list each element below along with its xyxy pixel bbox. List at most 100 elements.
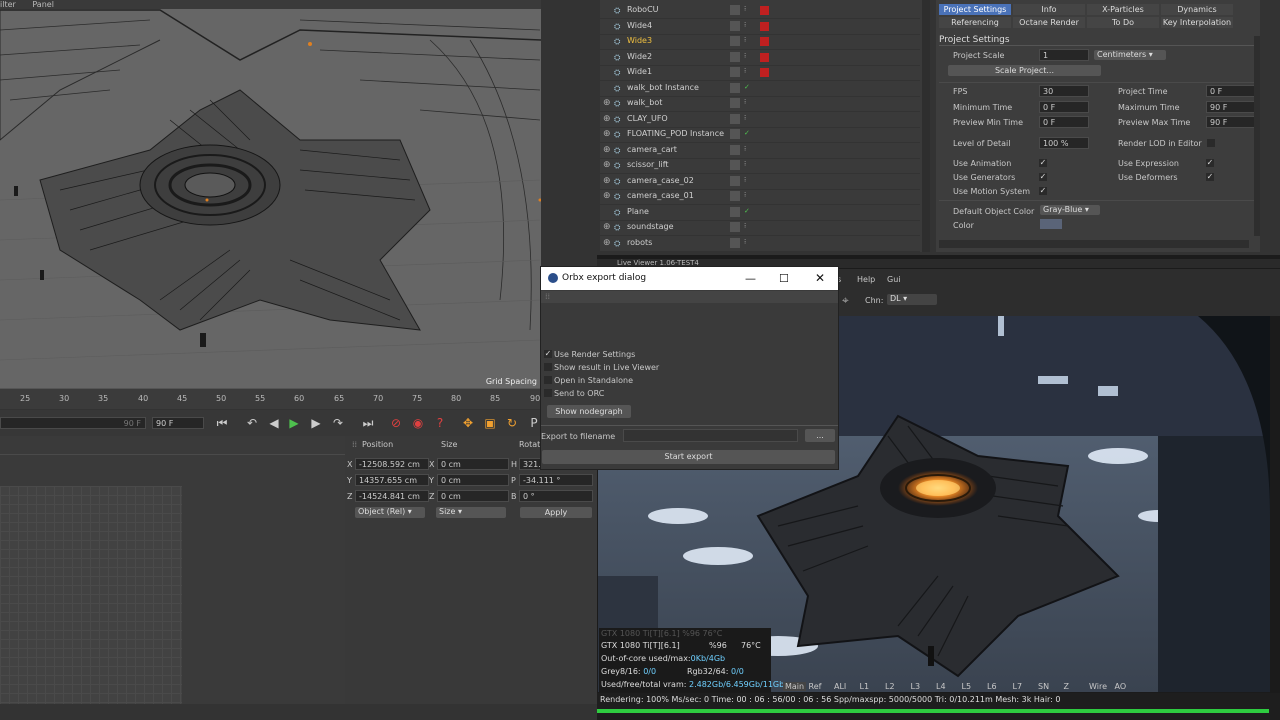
expand-icon[interactable]: ⊕ (603, 114, 611, 124)
render-mode-button[interactable]: Ref (809, 682, 822, 691)
tab-info[interactable]: Info (1013, 4, 1085, 15)
pos-y-field[interactable]: 14357.655 cm (355, 474, 429, 486)
maximize-icon[interactable]: ☐ (779, 267, 789, 290)
render-mode-button[interactable]: L2 (885, 682, 895, 691)
prev-key-icon[interactable]: ↶ (244, 415, 260, 431)
tab-to-do[interactable]: To Do (1087, 17, 1159, 28)
visibility-toggle-icon[interactable]: ✓ (744, 207, 750, 217)
render-mode-button[interactable]: ALI (834, 682, 846, 691)
show-nodegraph-button[interactable]: Show nodegraph (547, 405, 631, 418)
layer-icon[interactable] (730, 67, 740, 77)
export-filename-input[interactable] (623, 429, 798, 442)
object-row[interactable]: ⊕ ⛭ robots ⁝ (600, 236, 920, 252)
pos-z-field[interactable]: -14524.841 cm (355, 490, 429, 502)
project-scale-field[interactable]: 1 (1039, 49, 1089, 61)
layer-icon[interactable] (730, 51, 740, 62)
use-motion-system-checkbox[interactable]: ✓ (1039, 187, 1047, 195)
layer-icon[interactable] (730, 237, 740, 248)
visibility-toggle-icon[interactable]: ⁝ (744, 160, 750, 170)
move-key-icon[interactable]: ✥ (460, 415, 476, 431)
object-row[interactable]: ⛭ Wide4 ⁝ (600, 19, 920, 35)
rot-b-field[interactable]: 0 ° (519, 490, 593, 502)
material-grid[interactable] (0, 486, 182, 704)
level-of-detail-field[interactable]: 100 % (1039, 137, 1089, 149)
keyframe-selection-icon[interactable]: ? (432, 415, 448, 431)
camera-tag-icon[interactable] (760, 6, 769, 15)
render-mode-button[interactable]: Main (783, 682, 807, 691)
object-row[interactable]: ⊕ ⛭ camera_case_01 ⁝ (600, 189, 920, 205)
object-row[interactable]: ⊕ ⛭ camera_case_02 ⁝ (600, 174, 920, 190)
expand-icon[interactable]: ⊕ (603, 191, 611, 201)
layer-icon[interactable] (730, 175, 740, 186)
attr-horizontal-scrollbar[interactable] (939, 240, 1249, 248)
expand-icon[interactable]: ⊕ (603, 129, 611, 139)
prev-frame-icon[interactable]: ◀ (266, 415, 282, 431)
timeline-ruler[interactable]: 25 30 35 40 45 50 55 60 65 70 75 80 85 9… (0, 388, 545, 409)
minimum-time-field[interactable]: 0 F (1039, 101, 1089, 113)
render-mode-button[interactable]: L5 (962, 682, 972, 691)
visibility-toggle-icon[interactable]: ✓ (744, 129, 750, 139)
export-option-checkbox[interactable] (544, 389, 552, 397)
expand-icon[interactable]: ⊕ (603, 145, 611, 155)
minimize-icon[interactable]: — (745, 267, 756, 290)
rotate-key-icon[interactable]: ↻ (504, 415, 520, 431)
size-x-field[interactable]: 0 cm (437, 458, 509, 470)
go-to-start-icon[interactable]: ⏮ (214, 415, 230, 431)
visibility-toggle-icon[interactable]: ⁝ (744, 98, 750, 108)
visibility-toggle-icon[interactable]: ⁝ (744, 5, 750, 15)
tab-key-interpolation[interactable]: Key Interpolation (1161, 17, 1233, 28)
size-z-field[interactable]: 0 cm (437, 490, 509, 502)
expand-icon[interactable]: ⊕ (603, 176, 611, 186)
layer-icon[interactable] (730, 82, 740, 93)
render-mode-button[interactable]: SN (1038, 682, 1049, 691)
layer-icon[interactable] (730, 98, 740, 108)
visibility-toggle-icon[interactable]: ⁝ (744, 67, 750, 77)
object-row[interactable]: ⛭ Plane ✓ (600, 205, 920, 221)
project-time-field[interactable]: 0 F (1206, 85, 1256, 97)
camera-tag-icon[interactable] (760, 68, 769, 77)
object-row[interactable]: ⊕ ⛭ walk_bot ⁝ (600, 96, 920, 112)
end-frame-field[interactable]: 90 F (152, 417, 204, 429)
lv-menu-gui[interactable]: Gui (887, 275, 901, 284)
object-row[interactable]: ⊕ ⛭ scissor_lift ⁝ (600, 158, 920, 174)
visibility-toggle-icon[interactable]: ⁝ (744, 191, 750, 201)
object-row[interactable]: ⊕ ⛭ camera_cart ⁝ (600, 143, 920, 159)
render-mode-button[interactable]: L7 (1013, 682, 1023, 691)
expand-icon[interactable]: ⊕ (603, 222, 611, 232)
next-frame-icon[interactable]: ▶ (308, 415, 324, 431)
use-animation-checkbox[interactable]: ✓ (1039, 159, 1047, 167)
layer-icon[interactable] (730, 191, 740, 201)
apply-button[interactable]: Apply (520, 507, 592, 518)
size-y-field[interactable]: 0 cm (437, 474, 509, 486)
viewport-3d[interactable]: ilter Panel Grid Spacing (0, 0, 541, 388)
viewport-menu-filter[interactable]: ilter (0, 0, 16, 9)
layer-icon[interactable] (730, 20, 740, 31)
visibility-toggle-icon[interactable]: ⁝ (744, 222, 750, 232)
export-option-checkbox[interactable] (544, 363, 552, 371)
autokey-icon[interactable]: ◉ (410, 415, 426, 431)
record-icon[interactable]: ⊘ (388, 415, 404, 431)
channel-select[interactable]: DL ▾ (887, 294, 937, 305)
coord-mode-select[interactable]: Object (Rel) ▾ (355, 507, 425, 518)
next-key-icon[interactable]: ↷ (330, 415, 346, 431)
layer-icon[interactable] (730, 206, 740, 217)
preview-min-field[interactable]: 0 F (1039, 116, 1089, 128)
render-mode-button[interactable]: Wire (1089, 682, 1107, 691)
play-icon[interactable]: ▶ (286, 415, 302, 431)
visibility-toggle-icon[interactable]: ⁝ (744, 238, 750, 248)
visibility-toggle-icon[interactable]: ✓ (744, 83, 750, 93)
visibility-toggle-icon[interactable]: ⁝ (744, 52, 750, 62)
export-option-checkbox[interactable]: ✓ (544, 350, 552, 358)
start-export-button[interactable]: Start export (542, 450, 835, 464)
use-generators-checkbox[interactable]: ✓ (1039, 173, 1047, 181)
rot-p-field[interactable]: -34.111 ° (519, 474, 593, 486)
layer-icon[interactable] (730, 5, 740, 15)
layer-icon[interactable] (730, 144, 740, 155)
visibility-toggle-icon[interactable]: ⁝ (744, 114, 750, 124)
object-row[interactable]: ⊕ ⛭ soundstage ⁝ (600, 220, 920, 236)
layer-icon[interactable] (730, 160, 740, 170)
object-row[interactable]: ⊕ ⛭ CLAY_UFO ⁝ (600, 112, 920, 128)
tab-referencing[interactable]: Referencing (939, 17, 1011, 28)
scale-key-icon[interactable]: ▣ (482, 415, 498, 431)
expand-icon[interactable]: ⊕ (603, 98, 611, 108)
